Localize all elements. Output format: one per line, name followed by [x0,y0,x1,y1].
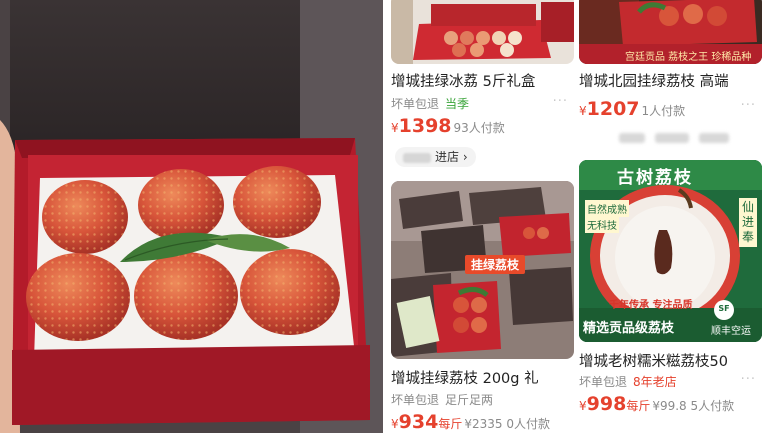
product-price: ¥934每斤 ¥2335 0人付款 [391,411,550,433]
product-thumbnail[interactable]: 挂绿荔枝 [391,181,574,359]
product-photo [0,0,383,433]
sold-count: 1人付款 [641,104,686,118]
thumbnail-shipping: 顺丰空运 [711,326,751,337]
enter-store-label: 进店 › [435,150,468,164]
thumbnail-banner: 宫廷贡品 荔枝之王 珍稀品种 [625,52,752,63]
store-age-tag: 8年老店 [633,375,677,389]
thumbnail-side-tag-2: 无科技 [585,216,619,233]
product-meta: 坏单包退 足斤足两 [391,391,493,408]
enter-store-button[interactable]: 进店 › [395,147,476,167]
product-meta: 坏单包退 8年老店 [579,373,677,390]
season-tag: 当季 [445,97,470,111]
price-value: 1207 [586,98,640,120]
product-title[interactable]: 增城挂绿冰荔 5斤礼盒 [391,70,535,91]
price-unit: 每斤 [438,417,463,431]
sold-count: ¥99.8 5人付款 [652,399,735,413]
sf-logo-icon: SF [718,304,730,313]
sold-count: ¥2335 0人付款 [464,417,550,431]
product-price: ¥1207 1人付款 [579,98,685,120]
price-value: 1398 [398,115,452,137]
thumbnail-header: 古树荔枝 [617,168,693,188]
price-value: 998 [586,393,627,415]
blurred-info-bar [579,128,762,148]
product-thumbnail[interactable]: 宫廷贡品 荔枝之王 珍稀品种 [579,0,762,64]
more-icon[interactable]: ··· [741,98,756,113]
currency-symbol: ¥ [579,399,587,413]
panel-divider [383,0,391,433]
product-card-4[interactable]: 古树荔枝 自然成熟 无科技 仙进奉 千年传承 专注品质 精选贡品级荔枝 SF 顺… [579,160,762,433]
shipping-tag: 坏单包退 [391,393,440,407]
thumbnail-side-tag-1: 自然成熟 [585,200,629,217]
currency-symbol: ¥ [391,417,399,431]
product-price: ¥998每斤 ¥99.8 5人付款 [579,393,734,415]
product-card-1[interactable]: 增城挂绿冰荔 5斤礼盒 坏单包退 当季 ··· ¥1398 93人付款 进店 › [391,0,574,172]
product-card-3[interactable]: 挂绿荔枝 增城挂绿荔枝 200g 礼 坏单包退 足斤足两 ¥934每斤 ¥2335 … [391,181,574,433]
product-meta: 坏单包退 当季 [391,95,469,112]
product-card-2[interactable]: 宫廷贡品 荔枝之王 珍稀品种 增城北园挂绿荔枝 高端 ¥1207 1人付款 ··· [579,0,762,172]
price-value: 934 [398,411,439,433]
currency-symbol: ¥ [579,104,587,118]
shipping-tag: 坏单包退 [391,97,440,111]
sold-count: 93人付款 [453,121,505,135]
product-thumbnail[interactable] [391,0,574,64]
store-name-blurred [403,152,431,163]
thumbnail-vertical-text: 仙进奉 [739,198,757,247]
weight-tag: 足斤足两 [445,393,494,407]
more-icon[interactable]: ··· [553,94,568,109]
product-title[interactable]: 增城挂绿荔枝 200g 礼 [391,367,539,388]
price-unit: 每斤 [626,399,651,413]
product-feed[interactable]: 增城挂绿冰荔 5斤礼盒 坏单包退 当季 ··· ¥1398 93人付款 进店 › 宫… [391,0,768,433]
more-icon[interactable]: ··· [741,372,756,387]
thumbnail-badge: 挂绿荔枝 [465,255,526,274]
thumbnail-footer: 精选贡品级荔枝 [583,321,675,336]
product-title[interactable]: 增城北园挂绿荔枝 高端 [579,70,729,91]
product-title[interactable]: 增城老树糯米糍荔枝50 [579,350,728,371]
shipping-tag: 坏单包退 [579,375,628,389]
product-thumbnail[interactable]: 古树荔枝 自然成熟 无科技 仙进奉 千年传承 专注品质 精选贡品级荔枝 SF 顺… [579,160,762,342]
thumbnail-slogan: 千年传承 专注品质 [609,300,693,311]
product-price: ¥1398 93人付款 [391,115,505,137]
currency-symbol: ¥ [391,121,399,135]
